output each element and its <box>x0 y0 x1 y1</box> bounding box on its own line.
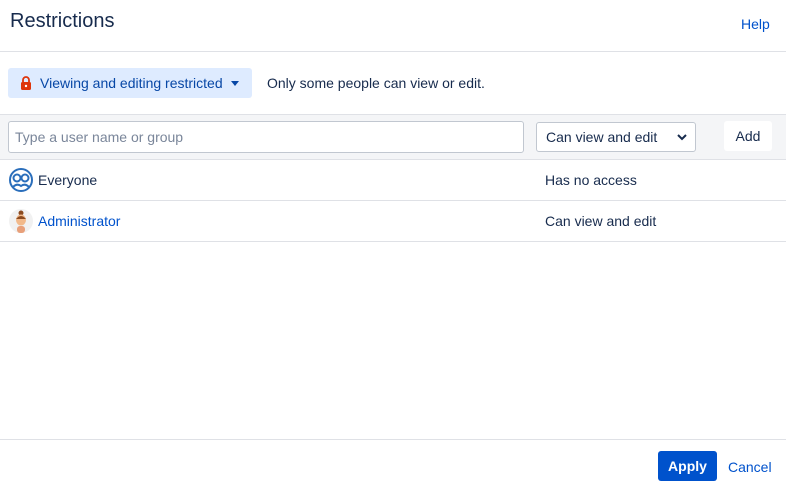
chevron-down-icon <box>677 133 687 140</box>
table-row: Administrator Can view and edit <box>0 201 786 242</box>
restriction-mode-label: Viewing and editing restricted <box>40 75 223 91</box>
entry-name: Everyone <box>38 172 98 188</box>
group-icon <box>9 168 33 192</box>
permission-select-value: Can view and edit <box>546 129 658 145</box>
restriction-description: Only some people can view or edit. <box>267 75 485 91</box>
help-link[interactable]: Help <box>741 16 770 32</box>
divider <box>0 439 786 440</box>
user-avatar <box>9 209 33 233</box>
lock-icon <box>21 76 31 90</box>
table-row: Everyone Has no access <box>0 160 786 201</box>
restriction-mode-dropdown[interactable]: Viewing and editing restricted <box>8 68 252 98</box>
dialog-title: Restrictions <box>10 10 115 32</box>
entry-access: Has no access <box>545 172 637 188</box>
apply-button[interactable]: Apply <box>658 451 717 481</box>
caret-down-icon <box>230 80 239 86</box>
user-group-search-input[interactable] <box>8 121 524 153</box>
permission-select[interactable]: Can view and edit <box>536 122 696 152</box>
add-button[interactable]: Add <box>724 121 772 151</box>
entry-name-link[interactable]: Administrator <box>38 213 120 229</box>
entry-access: Can view and edit <box>545 213 657 229</box>
cancel-button[interactable]: Cancel <box>728 459 772 475</box>
divider <box>0 51 786 52</box>
